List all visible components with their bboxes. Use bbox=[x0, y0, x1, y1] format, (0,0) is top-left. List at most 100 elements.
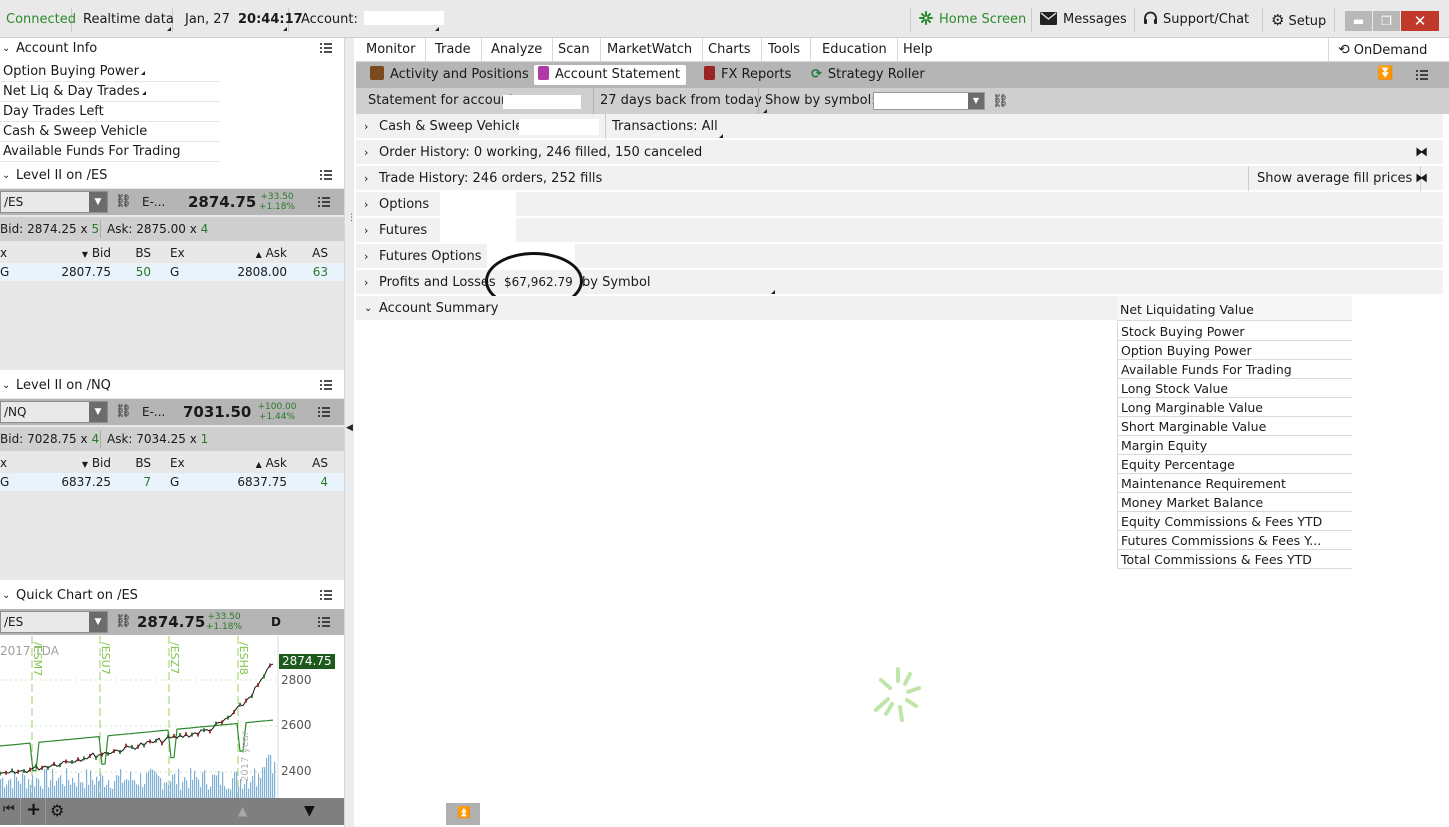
section-account-summary[interactable]: ⌄ Account Summary bbox=[356, 296, 1118, 321]
col-bid[interactable]: ▼ Bid bbox=[70, 454, 111, 474]
link-icon[interactable]: ⛓ bbox=[115, 194, 132, 209]
section-options[interactable]: › Options bbox=[356, 192, 1443, 217]
home-screen-button[interactable]: Home Screen bbox=[910, 8, 1034, 32]
pnl-grouping-selector[interactable]: by Symbol bbox=[582, 270, 775, 295]
date-range-selector[interactable]: 27 days back from today bbox=[593, 88, 768, 114]
tab-fx-reports[interactable]: FX Reports bbox=[700, 65, 797, 85]
chevron-down-icon[interactable]: ⌄ bbox=[364, 296, 372, 321]
link-icon[interactable]: ⛓ bbox=[115, 404, 132, 419]
link-icon[interactable]: ⛓ bbox=[992, 94, 1009, 109]
gadget-menu-icon[interactable] bbox=[318, 616, 330, 628]
chevron-down-icon[interactable]: ▼ bbox=[89, 612, 107, 632]
chevron-down-icon[interactable]: ▼ bbox=[968, 93, 984, 109]
chevron-right-icon[interactable]: › bbox=[364, 166, 368, 191]
col-ask[interactable]: ▲ Ask bbox=[225, 244, 287, 264]
expand-columns-icon[interactable]: ⧓ bbox=[1415, 172, 1433, 186]
skip-to-start-icon[interactable]: ⏮ bbox=[3, 802, 15, 817]
section-futures[interactable]: › Futures bbox=[356, 218, 1443, 243]
table-row[interactable]: G 2807.75 50 G 2808.00 63 bbox=[0, 263, 344, 281]
gadget-menu-icon[interactable] bbox=[320, 169, 332, 181]
col-exchange[interactable]: x bbox=[0, 454, 7, 472]
tab-scan[interactable]: Scan bbox=[548, 38, 601, 62]
chevron-right-icon[interactable]: › bbox=[364, 218, 368, 243]
chevron-down-icon[interactable]: ▼ bbox=[89, 402, 107, 422]
chevron-right-icon[interactable]: › bbox=[364, 114, 368, 139]
tab-help[interactable]: Help bbox=[893, 38, 943, 62]
tab-monitor[interactable]: Monitor bbox=[356, 38, 427, 62]
level2-es-header[interactable]: ⌄ Level II on /ES bbox=[0, 165, 344, 187]
col-ask[interactable]: ▲ Ask bbox=[225, 454, 287, 474]
close-button[interactable]: ✕ bbox=[1401, 11, 1439, 31]
expand-columns-icon[interactable]: ⧓ bbox=[1415, 146, 1433, 160]
tab-tools[interactable]: Tools bbox=[758, 38, 812, 62]
section-trade-history[interactable]: › Trade History: 246 orders, 252 fills S… bbox=[356, 166, 1443, 191]
tab-marketwatch[interactable]: MarketWatch bbox=[597, 38, 704, 62]
col-exchange[interactable]: x bbox=[0, 244, 7, 262]
col-bid-size[interactable]: BS bbox=[115, 244, 151, 262]
account-selector[interactable]: Account: bbox=[295, 8, 445, 32]
level2-nq-header[interactable]: ⌄ Level II on /NQ bbox=[0, 375, 344, 397]
col-ask-exchange[interactable]: Ex bbox=[170, 454, 185, 472]
col-ask-exchange[interactable]: Ex bbox=[170, 244, 185, 262]
symbol-selector[interactable]: /NQ ▼ bbox=[0, 401, 108, 423]
collapse-all-icon[interactable]: ⏬ bbox=[1377, 66, 1393, 81]
support-chat-button[interactable]: Support/Chat bbox=[1134, 8, 1257, 32]
transactions-filter[interactable]: Transactions: All bbox=[605, 114, 724, 139]
gadget-menu-icon[interactable] bbox=[320, 379, 332, 391]
account-info-header[interactable]: ⌄ Account Info bbox=[0, 38, 344, 60]
link-icon[interactable]: ⛓ bbox=[115, 614, 132, 629]
chevron-down-icon[interactable]: ▼ bbox=[89, 192, 107, 212]
gadget-menu-icon[interactable] bbox=[318, 406, 330, 418]
scroll-down-icon[interactable]: ▼ bbox=[304, 803, 315, 819]
symbol-selector[interactable]: /ES ▼ bbox=[0, 611, 108, 633]
table-row[interactable]: G 6837.25 7 G 6837.75 4 bbox=[0, 473, 344, 491]
chevron-down-icon[interactable]: ⌄ bbox=[2, 165, 10, 187]
symbol-selector[interactable]: /ES ▼ bbox=[0, 191, 108, 213]
chevron-down-icon[interactable]: ⌄ bbox=[2, 38, 10, 60]
col-ask-size[interactable]: AS bbox=[290, 454, 328, 472]
col-ask-size[interactable]: AS bbox=[290, 244, 328, 262]
section-cash-sweep[interactable]: › Cash & Sweep Vehicle Transactions: All bbox=[356, 114, 1443, 139]
realtime-data-status[interactable]: Realtime data bbox=[77, 8, 174, 32]
ondemand-button[interactable]: ⟲ OnDemand bbox=[1328, 38, 1437, 62]
chevron-right-icon[interactable]: › bbox=[364, 244, 368, 269]
chevron-right-icon[interactable]: › bbox=[364, 140, 368, 165]
gadget-menu-icon[interactable] bbox=[1416, 69, 1428, 81]
gear-icon[interactable]: ⚙ bbox=[50, 801, 64, 820]
panel-splitter[interactable]: ⋮ ◀ bbox=[344, 38, 356, 827]
drag-handle-icon[interactable]: ⋮ bbox=[347, 213, 356, 223]
chevron-right-icon[interactable]: › bbox=[364, 270, 368, 295]
tab-account-statement[interactable]: Account Statement bbox=[534, 65, 687, 85]
section-order-history[interactable]: › Order History: 0 working, 246 filled, … bbox=[356, 140, 1443, 165]
tab-charts[interactable]: Charts bbox=[698, 38, 762, 62]
chevron-right-icon[interactable]: › bbox=[364, 192, 368, 217]
account-info-item[interactable]: Net Liq & Day Trades bbox=[0, 82, 220, 102]
col-bid[interactable]: ▼ Bid bbox=[70, 244, 111, 264]
maximize-button[interactable]: ❐ bbox=[1373, 11, 1400, 31]
scroll-up-icon[interactable]: ▲ bbox=[238, 804, 247, 818]
scroll-to-top-button[interactable]: ⏫ bbox=[446, 803, 480, 825]
chevron-down-icon[interactable]: ⌄ bbox=[2, 585, 10, 607]
account-info-item[interactable]: Option Buying Power bbox=[0, 62, 220, 82]
setup-button[interactable]: ⚙ Setup bbox=[1262, 8, 1336, 32]
collapse-left-icon[interactable]: ◀ bbox=[346, 423, 353, 433]
tab-analyze[interactable]: Analyze bbox=[481, 38, 554, 62]
minimize-button[interactable]: ▬ bbox=[1345, 11, 1372, 31]
zoom-in-icon[interactable]: + bbox=[26, 799, 41, 820]
aggregation-period[interactable]: D bbox=[271, 609, 281, 635]
gadget-menu-icon[interactable] bbox=[318, 196, 330, 208]
tab-trade[interactable]: Trade bbox=[425, 38, 482, 62]
symbol-filter-input[interactable]: ▼ bbox=[873, 92, 985, 110]
messages-button[interactable]: Messages bbox=[1031, 8, 1135, 32]
tab-activity-and-positions[interactable]: Activity and Positions bbox=[366, 65, 535, 85]
section-profits-and-losses[interactable]: › Profits and Losses $67,962.79 by Symbo… bbox=[356, 252, 1443, 310]
tab-education[interactable]: Education bbox=[812, 38, 898, 62]
show-average-fill-prices-toggle[interactable]: Show average fill prices bbox=[1248, 166, 1422, 191]
gadget-menu-icon[interactable] bbox=[320, 589, 332, 601]
chevron-down-icon[interactable]: ⌄ bbox=[2, 375, 10, 397]
col-bid-size[interactable]: BS bbox=[115, 454, 151, 472]
tab-strategy-roller[interactable]: ⟳ Strategy Roller bbox=[807, 65, 931, 85]
quick-chart-header[interactable]: ⌄ Quick Chart on /ES bbox=[0, 585, 344, 607]
quick-chart-plot[interactable]: 2017 TDA /ESM7 /ESU7 /ESZ7 /ESH8 2017 ye… bbox=[0, 636, 344, 798]
gadget-menu-icon[interactable] bbox=[320, 42, 332, 54]
